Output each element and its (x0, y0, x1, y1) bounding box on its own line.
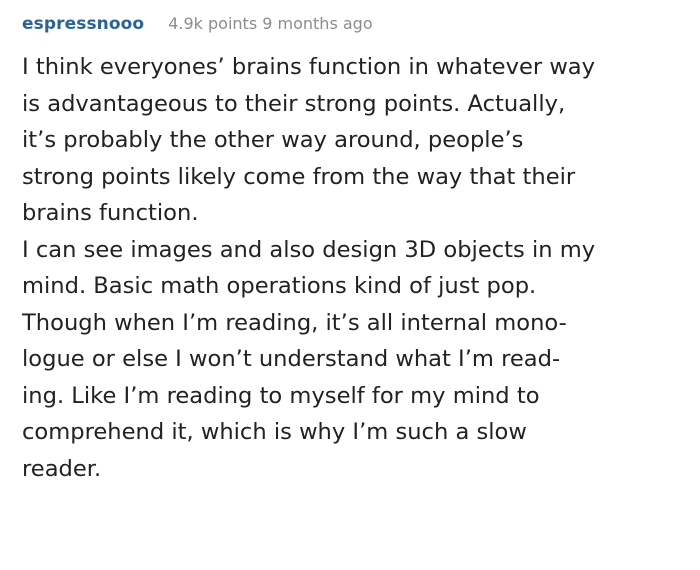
comment-author-link[interactable]: espressnooo (22, 14, 144, 34)
comment-text-line: comprehend it, which is why I’m such a s… (22, 419, 527, 445)
comment-text-line: is advantageous to their strong points. … (22, 90, 566, 117)
comment-text-line: it’s probably the other way around, peop… (22, 127, 524, 153)
comment-meta: espressnooo 4.9k points 9 months ago (22, 14, 682, 44)
comment-text-line: reader. (22, 455, 102, 482)
comment-points-timestamp: 4.9k points 9 months ago (168, 14, 373, 33)
comment-text-line: logue or else I won’t understand what I’… (22, 346, 561, 372)
comment-text-line: I think everyones’ brains function in wh… (22, 54, 596, 80)
comment-text-line: I can see images and also design 3D obje… (22, 236, 596, 263)
comment-text-line: brains function. (22, 200, 199, 226)
comment-body: I think everyones’ brains function in wh… (22, 49, 682, 487)
comment-text-line: strong points likely come from the way t… (22, 163, 576, 190)
comment-text-line: ing. Like I’m reading to myself for my m… (22, 382, 540, 409)
comment-card: espressnooo 4.9k points 9 months ago I t… (0, 0, 700, 570)
comment-text-line: Though when I’m reading, it’s all intern… (22, 309, 567, 336)
comment-text-line: mind. Basic math operations kind of just… (22, 273, 537, 299)
